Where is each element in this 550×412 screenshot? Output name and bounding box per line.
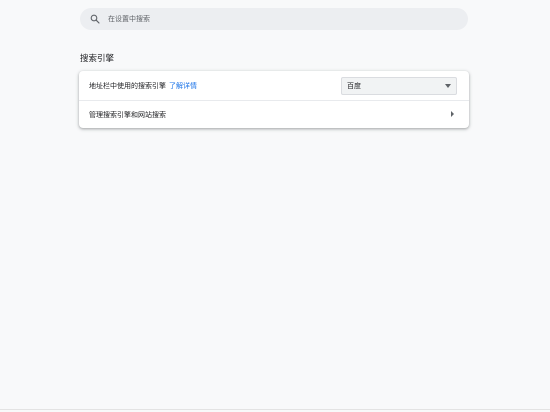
search-engine-card: 地址栏中使用的搜索引擎 了解详情 百度 管理搜索引擎和网站搜索 bbox=[79, 71, 469, 128]
default-engine-row: 地址栏中使用的搜索引擎 了解详情 百度 bbox=[79, 71, 469, 100]
settings-page: 搜索引擎 地址栏中使用的搜索引擎 了解详情 百度 管理搜索引擎和网站搜索 bbox=[0, 0, 550, 412]
settings-search-bar[interactable] bbox=[80, 8, 468, 30]
window-bottom-edge bbox=[0, 409, 550, 410]
learn-more-link[interactable]: 了解详情 bbox=[169, 81, 197, 91]
manage-search-engines-label: 管理搜索引擎和网站搜索 bbox=[89, 110, 166, 119]
manage-search-engines-row[interactable]: 管理搜索引擎和网站搜索 bbox=[79, 100, 469, 128]
chevron-right-icon bbox=[451, 111, 454, 117]
section-title: 搜索引擎 bbox=[80, 54, 115, 64]
selected-engine-value: 百度 bbox=[347, 82, 361, 90]
search-icon bbox=[88, 12, 102, 26]
default-engine-label: 地址栏中使用的搜索引擎 bbox=[89, 81, 166, 90]
search-input[interactable] bbox=[108, 15, 448, 23]
dropdown-caret-icon bbox=[445, 84, 451, 88]
search-engine-select[interactable]: 百度 bbox=[341, 77, 457, 95]
